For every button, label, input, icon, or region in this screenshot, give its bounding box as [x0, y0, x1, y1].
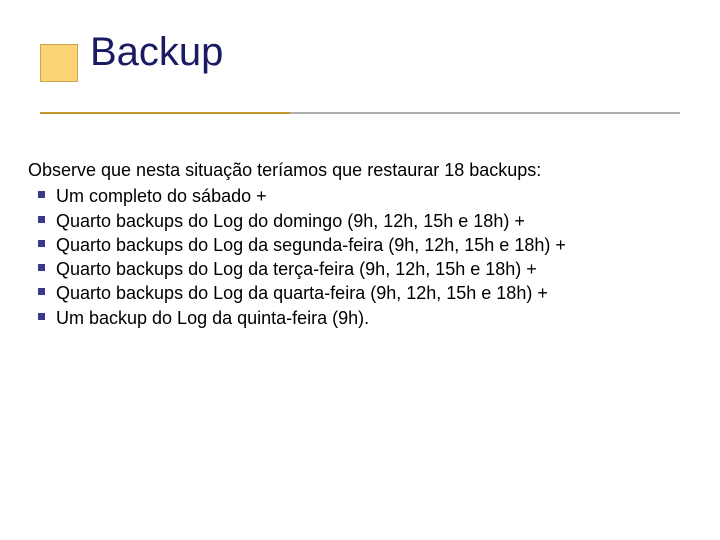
list-item-text: Quarto backups do Log do domingo (9h, 12… — [56, 211, 525, 231]
bullet-square-icon — [38, 191, 45, 198]
list-item-text: Um backup do Log da quinta-feira (9h). — [56, 308, 369, 328]
list-item: Um completo do sábado + — [28, 184, 692, 208]
list-item-text: Quarto backups do Log da segunda-feira (… — [56, 235, 566, 255]
underline-gold — [40, 112, 290, 114]
lead-text: Observe que nesta situação teríamos que … — [28, 158, 692, 182]
slide-title: Backup — [90, 30, 680, 75]
list-item-text: Um completo do sábado + — [56, 186, 267, 206]
list-item: Um backup do Log da quinta-feira (9h). — [28, 306, 692, 330]
content-block: Observe que nesta situação teríamos que … — [28, 158, 692, 330]
slide: Backup Observe que nesta situação teríam… — [0, 0, 720, 540]
bullet-square-icon — [38, 240, 45, 247]
list-item: Quarto backups do Log da segunda-feira (… — [28, 233, 692, 257]
bullet-square-icon — [38, 313, 45, 320]
list-item: Quarto backups do Log da terça-feira (9h… — [28, 257, 692, 281]
bullet-square-icon — [38, 288, 45, 295]
bullet-square-icon — [38, 264, 45, 271]
list-item: Quarto backups do Log da quarta-feira (9… — [28, 281, 692, 305]
bullet-square-icon — [38, 216, 45, 223]
list-item: Quarto backups do Log do domingo (9h, 12… — [28, 209, 692, 233]
list-item-text: Quarto backups do Log da terça-feira (9h… — [56, 259, 537, 279]
title-square-icon — [40, 44, 78, 82]
title-block: Backup — [40, 30, 680, 75]
list-item-text: Quarto backups do Log da quarta-feira (9… — [56, 283, 548, 303]
bullet-list: Um completo do sábado + Quarto backups d… — [28, 184, 692, 330]
